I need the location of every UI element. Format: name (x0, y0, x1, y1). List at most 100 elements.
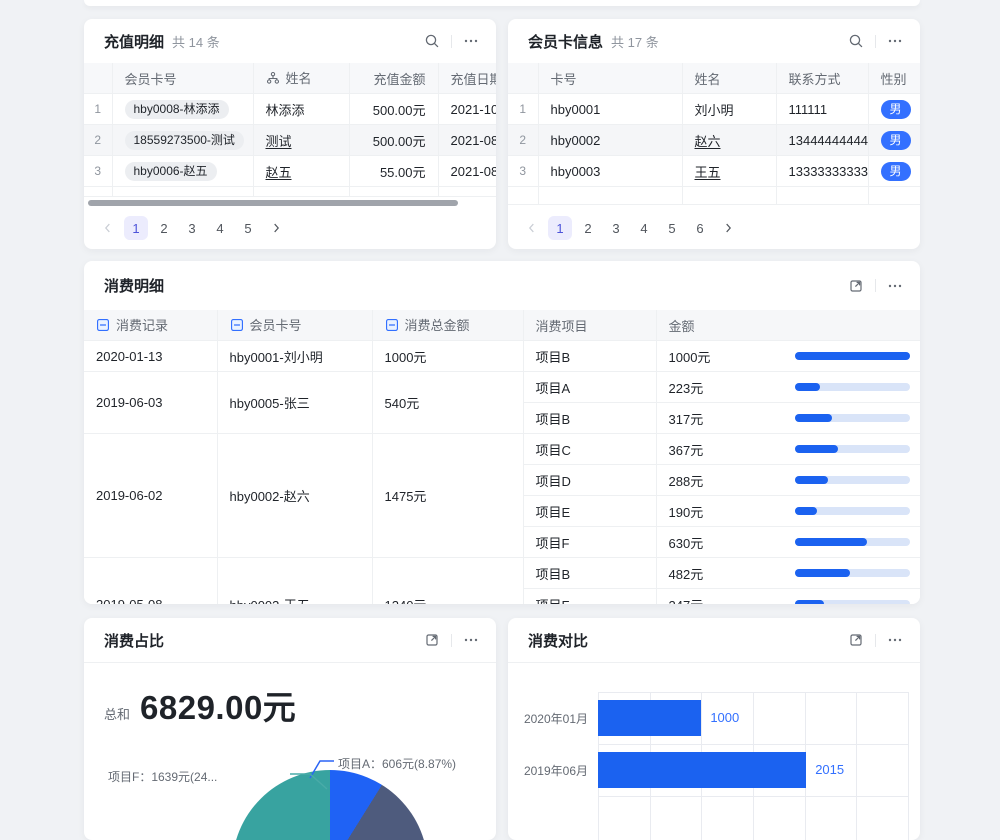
pie-chart[interactable] (232, 770, 428, 840)
amount-text: 288元 (669, 471, 704, 490)
cell-card: hby0001 (538, 94, 682, 125)
gridline-horizontal (598, 744, 908, 745)
member-pagination: 123456 (520, 214, 740, 242)
cell-member-card: hby0005-张三 (217, 372, 372, 434)
cell-amount: 482元 (656, 558, 920, 589)
amount-bar-track (795, 414, 910, 422)
table-row[interactable]: 2019-05-08hby0003-王五1240元项目B482元 (84, 558, 920, 589)
more-icon[interactable] (460, 629, 482, 651)
gender-badge: 男 (881, 100, 911, 119)
cell-total-amount: 1240元 (372, 558, 523, 605)
more-icon[interactable] (884, 30, 906, 52)
cell-phone: 13333333333 (776, 156, 868, 187)
amount-bar-track (795, 507, 910, 515)
cell-date: 2021-08 (438, 125, 496, 156)
sum-value: 6829.00元 (140, 681, 296, 729)
expand-icon[interactable] (421, 629, 443, 651)
amount-bar-fill (795, 383, 820, 391)
next-page-button[interactable] (716, 216, 740, 240)
member-panel-title: 会员卡信息 (528, 31, 603, 52)
cell-amount: 317元 (656, 403, 920, 434)
search-icon[interactable] (845, 30, 867, 52)
cell-item: 项目B (523, 558, 656, 589)
amount-text: 482元 (669, 564, 704, 583)
cell-gender: 男 (868, 94, 920, 125)
cell-item: 项目D (523, 465, 656, 496)
page-button-6[interactable]: 6 (688, 216, 712, 240)
more-icon[interactable] (884, 275, 906, 297)
cell-idx: 2 (84, 125, 112, 156)
column-header: 性别 (868, 63, 920, 94)
divider (875, 279, 876, 292)
cell-card: hby0006-赵五 (112, 156, 253, 187)
table-header-row: 消费记录会员卡号消费总金额消费项目金额 (84, 310, 920, 341)
page-button-4[interactable]: 4 (208, 216, 232, 240)
more-icon[interactable] (460, 30, 482, 52)
page-button-1[interactable]: 1 (548, 216, 572, 240)
column-header: 会员卡号 (217, 310, 372, 341)
amount-bar-fill (795, 352, 910, 360)
prev-page-button[interactable] (520, 216, 544, 240)
table-header-row: 会员卡号姓名充值金额充值日期 (84, 63, 496, 94)
page-button-5[interactable]: 5 (236, 216, 260, 240)
table-row[interactable]: 2hby0002 赵六 13444444444男 (508, 125, 920, 156)
cell-amount: 500.00元 (349, 94, 438, 125)
column-header-label: 姓名 (286, 68, 312, 87)
table-row[interactable]: 2020-01-13hby0001-刘小明1000元项目B1000元 (84, 341, 920, 372)
page-button-5[interactable]: 5 (660, 216, 684, 240)
column-header: 卡号 (538, 63, 682, 94)
gender-badge: 男 (881, 162, 911, 181)
page-button-2[interactable]: 2 (152, 216, 176, 240)
cell-amount: 247元 (656, 589, 920, 605)
bar[interactable] (598, 752, 806, 788)
table-row[interactable]: 3hby0006-赵五赵五55.00元2021-08 (84, 156, 496, 187)
name-text: 赵六 (695, 134, 721, 149)
bar[interactable] (598, 700, 701, 736)
column-header (84, 63, 112, 94)
amount-text: 367元 (669, 440, 704, 459)
page-button-1[interactable]: 1 (124, 216, 148, 240)
cell-phone: 13444444444 (776, 125, 868, 156)
table-row[interactable]: 218559273500-测试测试500.00元2021-08 (84, 125, 496, 156)
amount-bar-track (795, 383, 910, 391)
cell-item: 项目F (523, 589, 656, 605)
divider (451, 35, 452, 48)
search-icon[interactable] (421, 30, 443, 52)
cell-total-amount: 1475元 (372, 434, 523, 558)
page-button-4[interactable]: 4 (632, 216, 656, 240)
page-button-3[interactable]: 3 (604, 216, 628, 240)
expand-icon[interactable] (845, 629, 867, 651)
more-icon[interactable] (884, 629, 906, 651)
member-count: 共 17 条 (611, 32, 659, 51)
prev-page-button[interactable] (96, 216, 120, 240)
table-row[interactable]: 2019-06-03hby0005-张三540元项目A223元 (84, 372, 920, 403)
pie-label-a: 项目A：606元(8.87%) (338, 755, 456, 772)
amount-bar-fill (795, 414, 832, 422)
page-button-2[interactable]: 2 (576, 216, 600, 240)
expand-icon[interactable] (845, 275, 867, 297)
cell-card: hby0002 (538, 125, 682, 156)
amount-text: 190元 (669, 502, 704, 521)
cell-record-date: 2019-05-08 (84, 558, 217, 605)
table-row[interactable]: 2019-06-02hby0002-赵六1475元项目C367元 (84, 434, 920, 465)
pie-panel: 消费占比 总和 6829.00元 项目A：606元(8.87%) 项目F：163… (84, 618, 496, 840)
cell-amount: 630元 (656, 527, 920, 558)
column-header: 充值金额 (349, 63, 438, 94)
cell-total-amount: 540元 (372, 372, 523, 434)
cell-idx: 1 (508, 94, 538, 125)
table-row[interactable]: 1hby0001刘小明111111男 (508, 94, 920, 125)
sum-label: 总和 (104, 704, 130, 723)
cell-idx: 2 (508, 125, 538, 156)
column-header-label: 消费记录 (116, 315, 168, 334)
table-row[interactable]: 3hby0003王五13333333333男 (508, 156, 920, 187)
partial-row (84, 187, 496, 197)
cell-item: 项目B (523, 341, 656, 372)
cell-gender: 男 (868, 125, 920, 156)
page-button-3[interactable]: 3 (180, 216, 204, 240)
table-row[interactable]: 1hby0008-林添添林添添500.00元2021-10 (84, 94, 496, 125)
recharge-panel: 充值明细 共 14 条 会员卡号姓名充值金额充值日期1hby0008-林添添林添… (84, 19, 496, 249)
divider (875, 35, 876, 48)
amount-bar-fill (795, 507, 817, 515)
horizontal-scrollbar[interactable] (88, 200, 458, 206)
next-page-button[interactable] (264, 216, 288, 240)
